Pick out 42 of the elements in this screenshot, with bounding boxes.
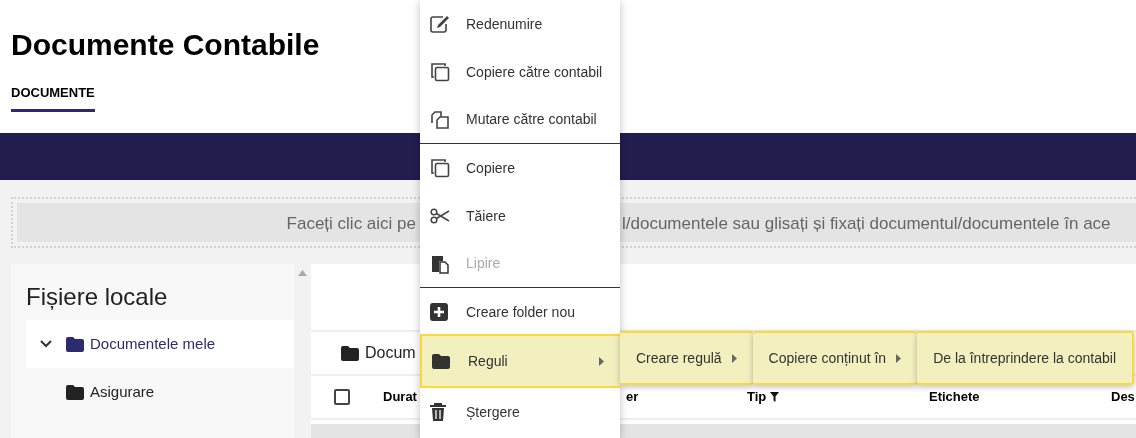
filter-icon[interactable]: [770, 392, 780, 402]
breadcrumb-link[interactable]: Docum: [365, 341, 416, 365]
scissors-icon: [430, 208, 450, 224]
caret-right-icon: [599, 356, 604, 366]
folder-icon: [66, 336, 84, 352]
column-header[interactable]: Etichete: [929, 387, 980, 407]
menu-item[interactable]: Tăiere: [420, 192, 620, 240]
panel-title: Fișiere locale: [26, 282, 168, 312]
caret-right-icon: [896, 353, 902, 363]
menu-item[interactable]: Mutare către contabil: [420, 96, 620, 144]
paste-icon: [430, 253, 450, 274]
add-icon: [430, 303, 448, 321]
folder-icon: [66, 384, 84, 400]
edit-icon: [430, 15, 450, 33]
menu-item[interactable]: Creare folder nou: [420, 288, 620, 336]
tree-item[interactable]: Documentele mele: [26, 320, 294, 368]
copy-icon: [430, 158, 450, 178]
overlapping-pages-icon: [430, 109, 450, 130]
submenu-item[interactable]: De la întreprindere la contabil: [917, 331, 1135, 385]
menu-item[interactable]: Copiere către contabil: [420, 48, 620, 96]
select-all-checkbox[interactable]: [333, 389, 350, 405]
trash-icon: [430, 403, 446, 421]
tree-item[interactable]: Asigurare: [26, 368, 294, 416]
menu-item[interactable]: Reguli: [420, 334, 620, 388]
tab[interactable]: DOCUMENTE: [11, 83, 95, 112]
drop-zone-text: Faceți clic aici pe: [286, 213, 416, 235]
caret-right-icon: [731, 353, 737, 363]
folder-icon: [432, 353, 450, 369]
column-header[interactable]: Tip: [747, 387, 767, 407]
folder-icon: [341, 345, 359, 361]
menu-item[interactable]: Redenumire: [420, 0, 620, 48]
submenu-item[interactable]: Copiere conținut în: [752, 331, 918, 385]
submenu-item[interactable]: Creare regulă: [620, 331, 753, 385]
column-header[interactable]: er: [626, 387, 639, 407]
page-title: Documente Contabile: [11, 27, 320, 63]
drop-zone-text: l/documentele sau glisați și fixați documentul/documentele în ace: [622, 213, 1111, 235]
chevron-down-icon[interactable]: [40, 340, 52, 348]
copy-icon: [430, 62, 450, 82]
column-header[interactable]: Des: [1111, 387, 1135, 407]
menu-item[interactable]: Ștergere: [420, 388, 620, 436]
column-header[interactable]: Durat: [383, 387, 417, 407]
menu-item[interactable]: Copiere: [420, 144, 620, 192]
